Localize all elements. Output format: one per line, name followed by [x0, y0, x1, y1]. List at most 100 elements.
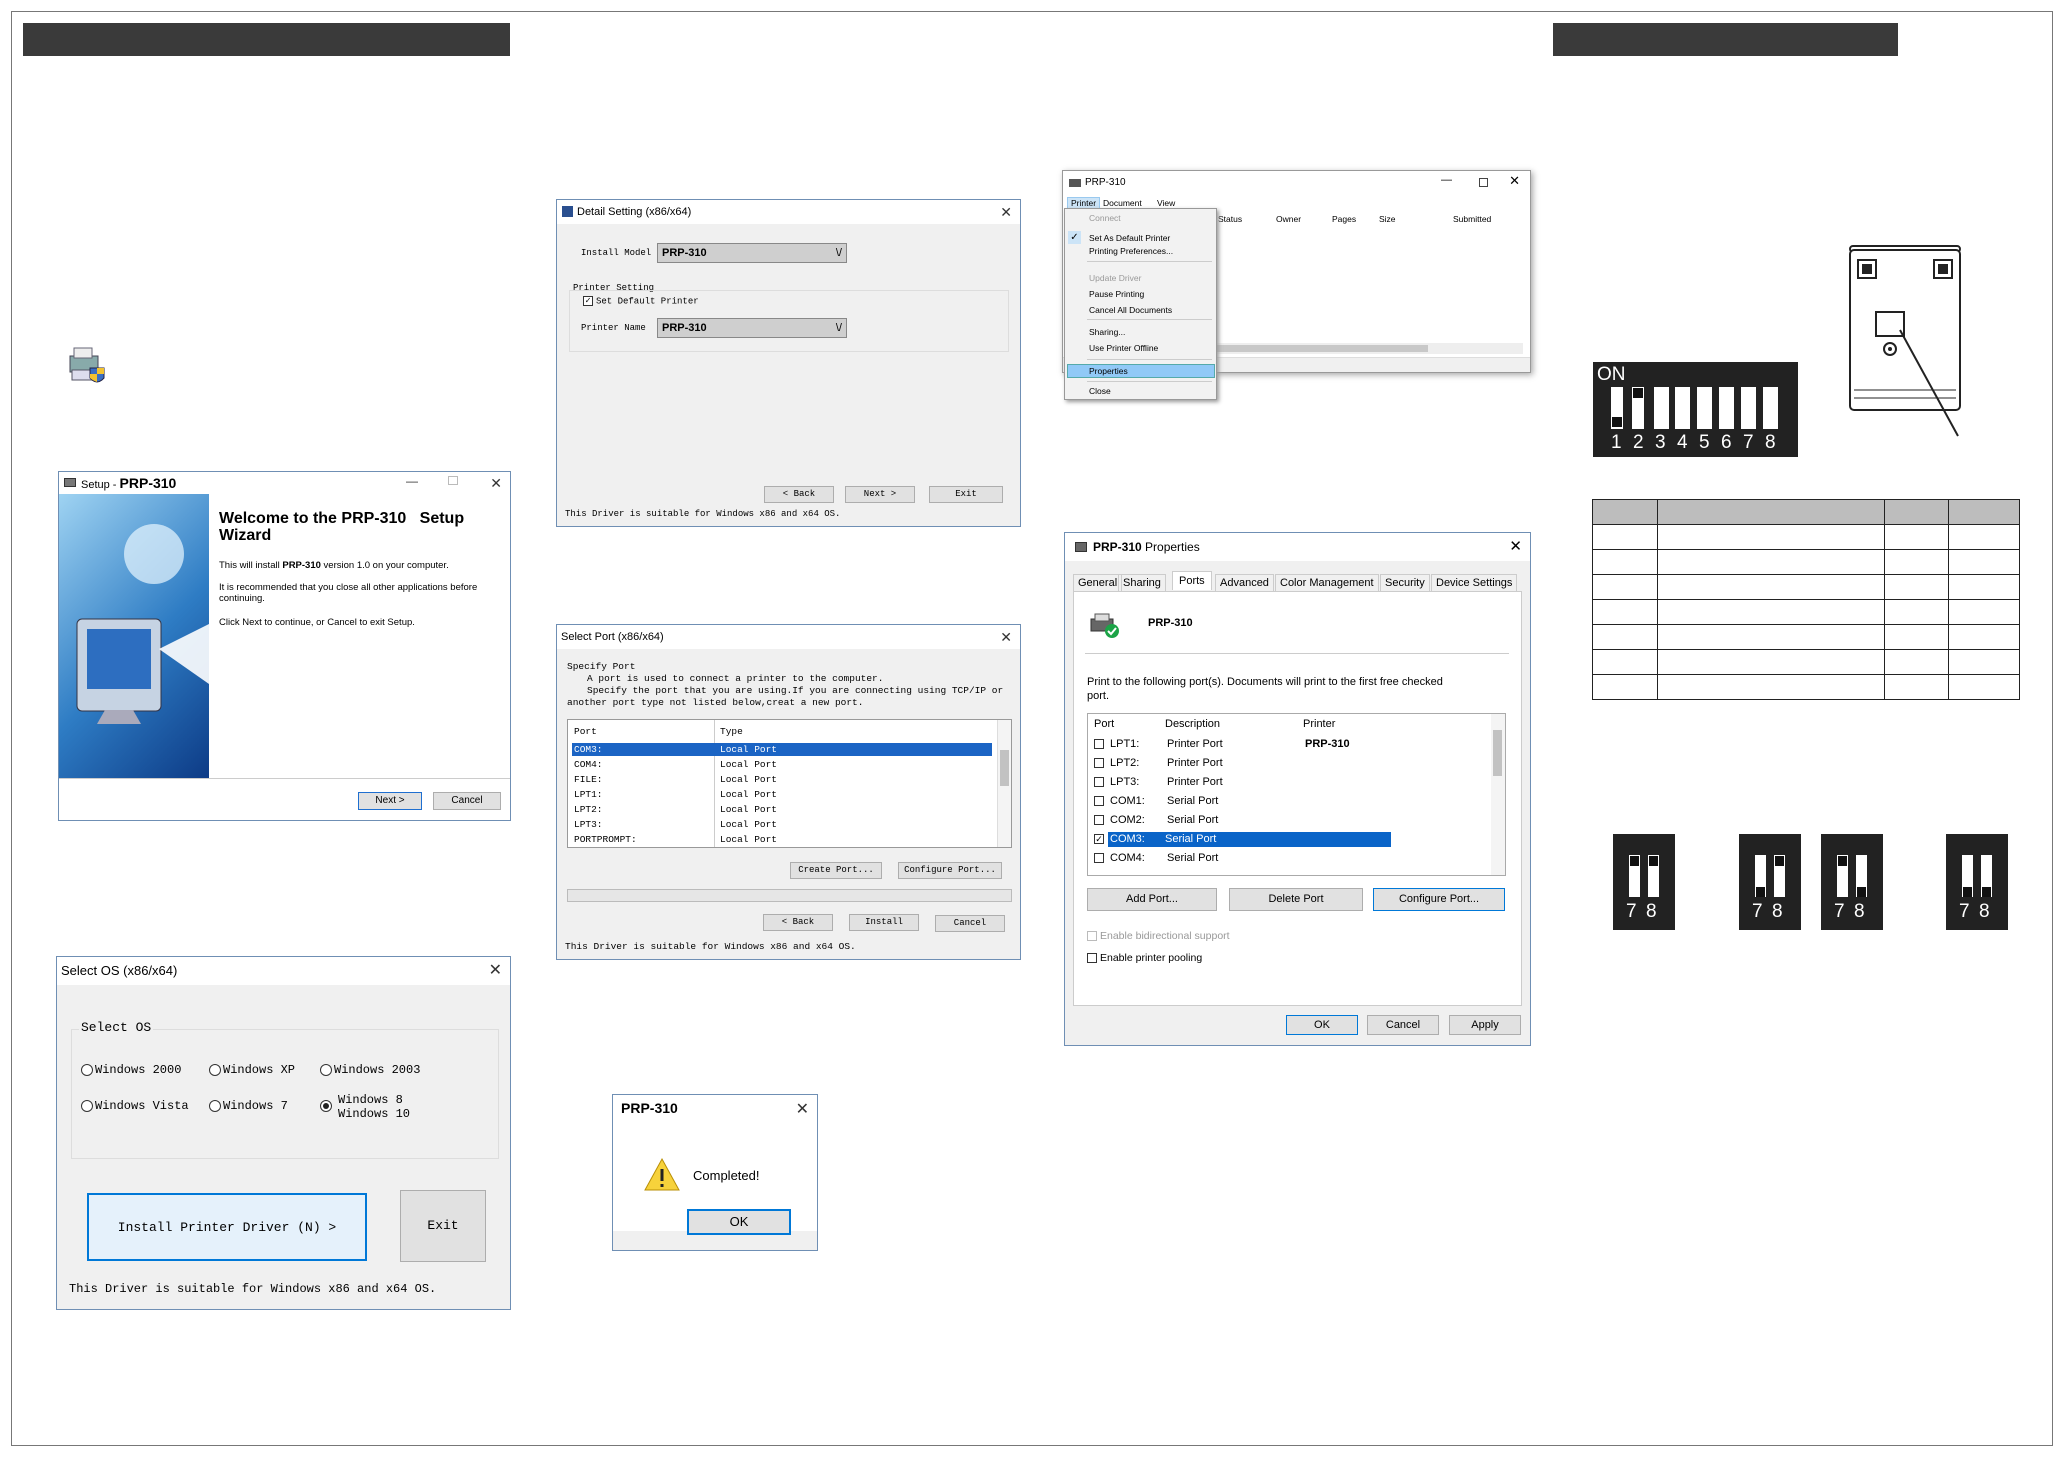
menu-item-properties[interactable]: Properties	[1067, 364, 1215, 378]
props-printer-name: PRP-310	[1148, 617, 1193, 629]
port-desc-3: another port type not listed below,creat…	[567, 697, 864, 708]
radio-windows-8-10[interactable]: Windows 8 Windows 10	[320, 1093, 410, 1121]
bidirectional-checkbox[interactable]: Enable bidirectional support	[1087, 930, 1230, 942]
tab-sharing[interactable]: Sharing	[1118, 574, 1166, 591]
table-row[interactable]: COM3: Local Port	[572, 743, 992, 756]
list-item[interactable]: ✓ COM3: Serial Port	[1088, 832, 1505, 847]
table-row[interactable]: LPT2: Local Port	[572, 803, 992, 816]
queue-hscrollbar[interactable]	[1213, 343, 1523, 354]
setup-cancel-button[interactable]: Cancel	[433, 792, 501, 810]
detail-back-button[interactable]: < Back	[764, 486, 834, 503]
close-icon[interactable]: ✕	[1000, 200, 1012, 224]
props-cancel-button[interactable]: Cancel	[1367, 1015, 1439, 1035]
radio-windows-vista[interactable]: Windows Vista	[81, 1099, 189, 1113]
list-item[interactable]: COM1: Serial Port	[1088, 794, 1505, 809]
table-cell	[1657, 624, 1885, 650]
minimize-icon[interactable]: —	[1441, 174, 1452, 186]
completed-ok-button[interactable]: OK	[687, 1209, 791, 1235]
close-icon[interactable]: ✕	[1509, 537, 1522, 555]
tab-advanced[interactable]: Advanced	[1215, 574, 1274, 591]
printer-ok-icon	[1089, 613, 1121, 639]
tab-security[interactable]: Security	[1380, 574, 1430, 591]
detail-exit-button[interactable]: Exit	[929, 486, 1003, 503]
props-list-scrollbar[interactable]	[1491, 714, 1505, 875]
create-port-button[interactable]: Create Port...	[790, 862, 882, 879]
setup-title-icon	[64, 478, 76, 487]
col-description-header: Description	[1165, 718, 1221, 730]
menu-item-use-offline[interactable]: Use Printer Offline	[1089, 343, 1158, 353]
menu-item-cancel-all[interactable]: Cancel All Documents	[1089, 305, 1172, 315]
maximize-icon[interactable]	[1479, 178, 1488, 187]
close-icon[interactable]: ✕	[489, 957, 502, 985]
menu-item-sharing[interactable]: Sharing...	[1089, 327, 1125, 337]
switch-knob	[1982, 887, 1991, 897]
port-list[interactable]: Port Type COM3: Local Port COM4: Local Por…	[567, 719, 1012, 848]
port-cancel-button[interactable]: Cancel	[935, 915, 1005, 932]
table-row[interactable]: PORTPROMPT: Local Port	[572, 833, 992, 846]
scroll-thumb[interactable]	[1493, 730, 1502, 776]
radio-windows-2000[interactable]: Windows 2000	[81, 1063, 181, 1077]
port-list-scrollbar[interactable]	[997, 720, 1011, 847]
close-icon[interactable]: ✕	[1000, 625, 1012, 649]
configure-port-button[interactable]: Configure Port...	[1373, 888, 1505, 911]
table-row[interactable]: LPT3: Local Port	[572, 818, 992, 831]
table-row[interactable]: LPT1: Local Port	[572, 788, 992, 801]
list-item[interactable]: LPT1: Printer Port PRP-310	[1088, 737, 1505, 752]
list-item[interactable]: LPT3: Printer Port	[1088, 775, 1505, 790]
tab-color-management[interactable]: Color Management	[1275, 574, 1379, 591]
close-icon[interactable]: ✕	[1509, 173, 1520, 189]
table-cell	[1657, 574, 1885, 600]
switch-knob	[1756, 887, 1765, 897]
set-default-checkbox[interactable]: ✓ Set Default Printer	[583, 296, 699, 306]
props-ok-button[interactable]: OK	[1286, 1015, 1358, 1035]
detail-next-button[interactable]: Next >	[845, 486, 915, 503]
menu-item-close[interactable]: Close	[1089, 386, 1111, 396]
list-item[interactable]: COM2: Serial Port	[1088, 813, 1505, 828]
menu-item-update-driver[interactable]: Update Driver	[1089, 273, 1141, 283]
props-port-list[interactable]: Port Description Printer LPT1: Printer Po…	[1087, 713, 1506, 876]
port-back-button[interactable]: < Back	[763, 914, 833, 931]
chevron-down-icon: \/	[835, 247, 842, 259]
setup-next-button[interactable]: Next >	[358, 792, 422, 810]
close-icon[interactable]: ✕	[796, 1095, 809, 1125]
dip-number-7: 7	[1752, 901, 1763, 922]
table-row[interactable]: COM4: Local Port	[572, 758, 992, 771]
tab-general[interactable]: General	[1073, 574, 1123, 591]
right-header-bar	[1553, 23, 1898, 56]
radio-windows-2003[interactable]: Windows 2003	[320, 1063, 420, 1077]
list-item[interactable]: COM4: Serial Port	[1088, 851, 1505, 866]
install-printer-driver-button[interactable]: Install Printer Driver (N) >	[87, 1193, 367, 1261]
close-icon[interactable]: ✕	[490, 472, 502, 494]
menu-item-pause-printing[interactable]: Pause Printing	[1089, 289, 1144, 299]
tab-ports[interactable]: Ports	[1172, 571, 1212, 590]
delete-port-button[interactable]: Delete Port	[1229, 888, 1363, 911]
props-apply-button[interactable]: Apply	[1449, 1015, 1521, 1035]
menu-item-set-default[interactable]: Set As Default Printer	[1089, 233, 1170, 243]
menu-view[interactable]: View	[1157, 198, 1175, 208]
add-port-button[interactable]: Add Port...	[1087, 888, 1217, 911]
list-item[interactable]: LPT2: Printer Port	[1088, 756, 1505, 771]
menu-document[interactable]: Document	[1103, 198, 1142, 208]
table-row	[1592, 674, 2020, 700]
pooling-checkbox[interactable]: Enable printer pooling	[1087, 952, 1202, 964]
exit-button[interactable]: Exit	[400, 1190, 486, 1262]
printer-name-select[interactable]: PRP-310 \/	[657, 318, 847, 338]
port-titlebar: Select Port (x86/x64)	[557, 625, 1020, 649]
table-cell	[1884, 524, 1949, 550]
table-cell	[1657, 674, 1885, 700]
radio-windows-7[interactable]: Windows 7	[209, 1099, 288, 1113]
port-install-button[interactable]: Install	[849, 914, 919, 931]
menu-item-connect[interactable]: Connect	[1089, 213, 1121, 223]
table-row[interactable]: FILE: Local Port	[572, 773, 992, 786]
dip-78-setting-d: 7 8	[1946, 834, 2008, 930]
tab-device-settings[interactable]: Device Settings	[1431, 574, 1518, 591]
radio-windows-xp[interactable]: Windows XP	[209, 1063, 295, 1077]
detail-titlebar: Detail Setting (x86/x64)	[557, 200, 1020, 224]
minimize-icon[interactable]: —	[406, 474, 418, 488]
scroll-thumb[interactable]	[1000, 750, 1009, 786]
configure-port-button[interactable]: Configure Port...	[898, 862, 1002, 879]
table-header-row	[1592, 499, 2020, 525]
scroll-thumb[interactable]	[1213, 345, 1428, 352]
menu-item-printing-preferences[interactable]: Printing Preferences...	[1089, 246, 1173, 256]
install-model-select[interactable]: PRP-310 \/	[657, 243, 847, 263]
